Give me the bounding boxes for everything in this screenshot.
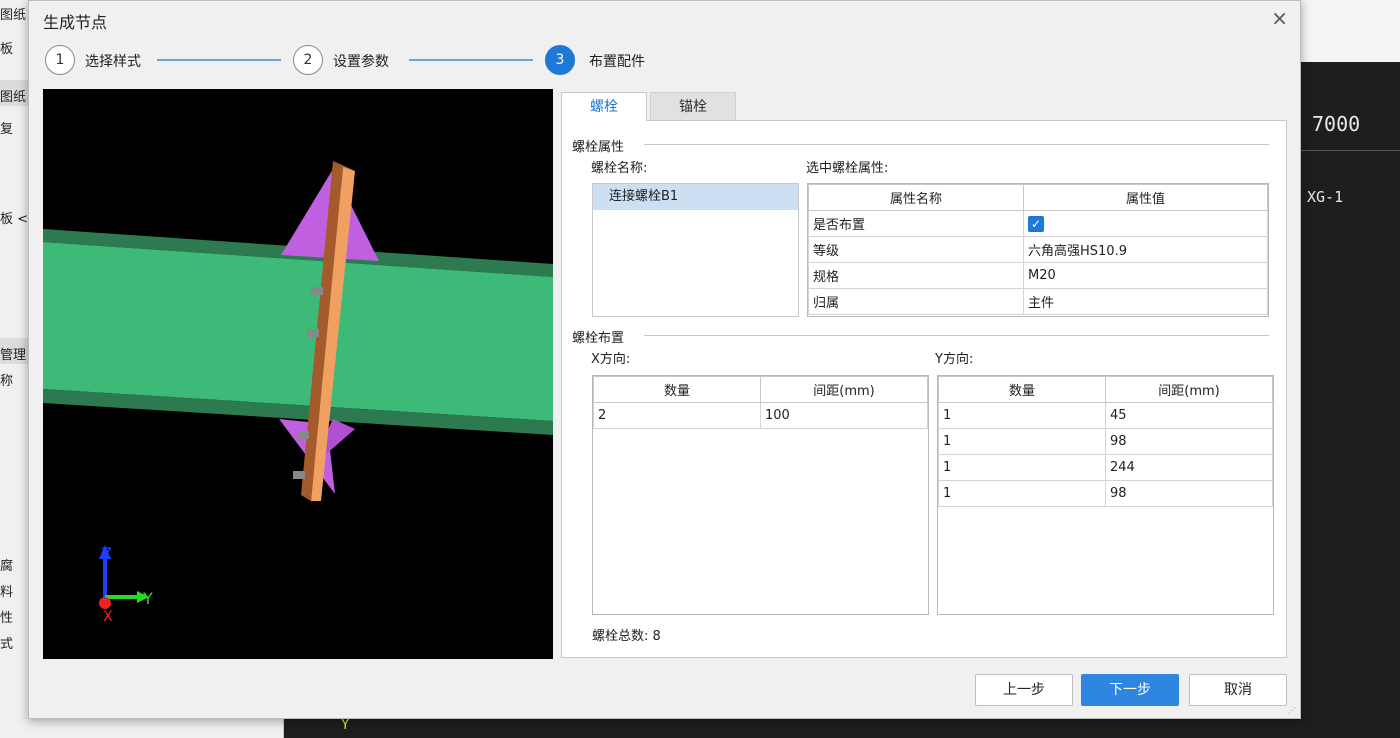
step-connector bbox=[409, 59, 533, 61]
prop-value-cell[interactable]: ✓ bbox=[1023, 210, 1268, 237]
node-3d-model: Z Y X bbox=[43, 161, 553, 625]
tab-anchor[interactable]: 锚栓 bbox=[650, 92, 736, 121]
left-panel-item[interactable]: 料 bbox=[0, 581, 13, 600]
left-panel-item[interactable]: 图纸 bbox=[0, 86, 26, 105]
group-divider bbox=[644, 335, 1269, 336]
y-direction-table: 数量 间距(mm) 1 45 1 98 1 244 1 98 bbox=[937, 375, 1274, 615]
step-2-circle: 2 bbox=[293, 45, 323, 75]
column-header[interactable]: 数量 bbox=[938, 376, 1106, 403]
column-header[interactable]: 间距(mm) bbox=[1105, 376, 1273, 403]
table-row[interactable]: 1 244 bbox=[938, 454, 1273, 481]
y-axis-label: Y bbox=[142, 589, 153, 608]
qty-cell[interactable]: 2 bbox=[593, 402, 761, 429]
table-row[interactable]: 1 98 bbox=[938, 428, 1273, 455]
bolt-name-label: 螺栓名称: bbox=[591, 161, 648, 176]
y-direction-label: Y方向: bbox=[935, 352, 974, 367]
bolt-head bbox=[307, 329, 319, 337]
z-axis-label: Z bbox=[101, 544, 112, 563]
bolt-head bbox=[311, 287, 323, 295]
next-step-button[interactable]: 下一步 bbox=[1081, 674, 1179, 706]
step-connector bbox=[157, 59, 281, 61]
step-2-label: 设置参数 bbox=[333, 54, 389, 70]
left-panel-item[interactable]: 复 bbox=[0, 118, 13, 137]
left-panel-item[interactable]: 图纸 bbox=[0, 4, 26, 23]
table-row[interactable]: 等级 六角高强HS10.9 bbox=[808, 236, 1268, 263]
x-axis-dot bbox=[99, 597, 111, 609]
list-item-bolt-b1[interactable]: 连接螺栓B1 bbox=[593, 184, 798, 210]
left-panel-item[interactable]: 管理 bbox=[0, 344, 26, 363]
prop-value-cell[interactable]: M20 bbox=[1023, 262, 1268, 289]
cad-divider bbox=[1300, 150, 1400, 151]
left-panel-item[interactable]: 板 bbox=[0, 38, 13, 57]
cad-label-text: XG-1 bbox=[1307, 188, 1344, 206]
cancel-button[interactable]: 取消 bbox=[1189, 674, 1287, 706]
left-panel-item[interactable]: 性 bbox=[0, 607, 13, 626]
table-row[interactable]: 2 100 bbox=[593, 402, 928, 429]
left-panel-item[interactable]: 式 bbox=[0, 633, 13, 652]
dialog-title: 生成节点 bbox=[43, 13, 108, 32]
bolt-total-count: 螺栓总数: 8 bbox=[592, 629, 661, 644]
column-header[interactable]: 属性名称 bbox=[808, 184, 1024, 211]
close-icon[interactable]: × bbox=[1271, 6, 1288, 30]
qty-cell[interactable]: 1 bbox=[938, 480, 1106, 507]
bolt-name-list[interactable]: 连接螺栓B1 bbox=[592, 183, 799, 317]
step-1-circle: 1 bbox=[45, 45, 75, 75]
bolt-props-table: 属性名称 属性值 是否布置 ✓ 等级 六角高强HS10.9 规格 M20 归属 … bbox=[807, 183, 1269, 317]
spacing-cell[interactable]: 45 bbox=[1105, 402, 1273, 429]
tab-bolt[interactable]: 螺栓 bbox=[561, 92, 647, 121]
qty-cell[interactable]: 1 bbox=[938, 454, 1106, 481]
qty-cell[interactable]: 1 bbox=[938, 428, 1106, 455]
table-row[interactable]: 归属 主件 bbox=[808, 288, 1268, 315]
bolt-head bbox=[297, 431, 309, 439]
x-direction-label: X方向: bbox=[591, 352, 631, 367]
step-3-label: 布置配件 bbox=[589, 54, 645, 70]
cad-dimension-text: 7000 bbox=[1312, 112, 1361, 136]
cad-axis-text: Y bbox=[341, 717, 350, 733]
x-direction-table: 数量 间距(mm) 2 100 bbox=[592, 375, 929, 615]
spacing-cell[interactable]: 98 bbox=[1105, 428, 1273, 455]
prev-step-button[interactable]: 上一步 bbox=[975, 674, 1073, 706]
prop-name-cell: 是否布置 bbox=[808, 210, 1024, 237]
left-panel-item[interactable]: 板 < bbox=[0, 208, 28, 227]
column-header[interactable]: 间距(mm) bbox=[760, 376, 928, 403]
table-row[interactable]: 1 45 bbox=[938, 402, 1273, 429]
spacing-cell[interactable]: 100 bbox=[760, 402, 928, 429]
column-header[interactable]: 属性值 bbox=[1023, 184, 1268, 211]
arrange-checkbox[interactable]: ✓ bbox=[1028, 215, 1044, 232]
spacing-cell[interactable]: 244 bbox=[1105, 454, 1273, 481]
column-header[interactable]: 数量 bbox=[593, 376, 761, 403]
bolt-head bbox=[293, 471, 305, 479]
table-row[interactable]: 是否布置 ✓ bbox=[808, 210, 1268, 237]
table-row[interactable]: 规格 M20 bbox=[808, 262, 1268, 289]
selected-bolt-props-label: 选中螺栓属性: bbox=[806, 161, 889, 176]
stepper: 1 选择样式 2 设置参数 3 布置配件 bbox=[43, 45, 743, 75]
group-divider bbox=[644, 144, 1269, 145]
bolt-layout-group-title: 螺栓布置 bbox=[572, 331, 625, 346]
prop-value-cell[interactable]: 主件 bbox=[1023, 288, 1268, 315]
qty-cell[interactable]: 1 bbox=[938, 402, 1106, 429]
step-3-circle: 3 bbox=[545, 45, 575, 75]
x-axis-label: X bbox=[103, 609, 113, 625]
bolt-props-group-title: 螺栓属性 bbox=[572, 140, 625, 155]
spacing-cell[interactable]: 98 bbox=[1105, 480, 1273, 507]
left-panel-item[interactable]: 称 bbox=[0, 370, 13, 389]
generate-node-dialog: 生成节点 × 1 选择样式 2 设置参数 3 布置配件 Z Y X 螺栓 锚栓 … bbox=[28, 0, 1301, 719]
table-row[interactable]: 1 98 bbox=[938, 480, 1273, 507]
step-1-label: 选择样式 bbox=[85, 54, 141, 70]
left-panel-item[interactable]: 腐 bbox=[0, 555, 13, 574]
3d-preview-viewport[interactable]: Z Y X bbox=[43, 89, 553, 659]
prop-value-cell[interactable]: 六角高强HS10.9 bbox=[1023, 236, 1268, 263]
prop-name-cell: 等级 bbox=[808, 236, 1024, 263]
resize-grip-icon[interactable]: ⋰ bbox=[1288, 706, 1298, 716]
prop-name-cell: 归属 bbox=[808, 288, 1024, 315]
prop-name-cell: 规格 bbox=[808, 262, 1024, 289]
